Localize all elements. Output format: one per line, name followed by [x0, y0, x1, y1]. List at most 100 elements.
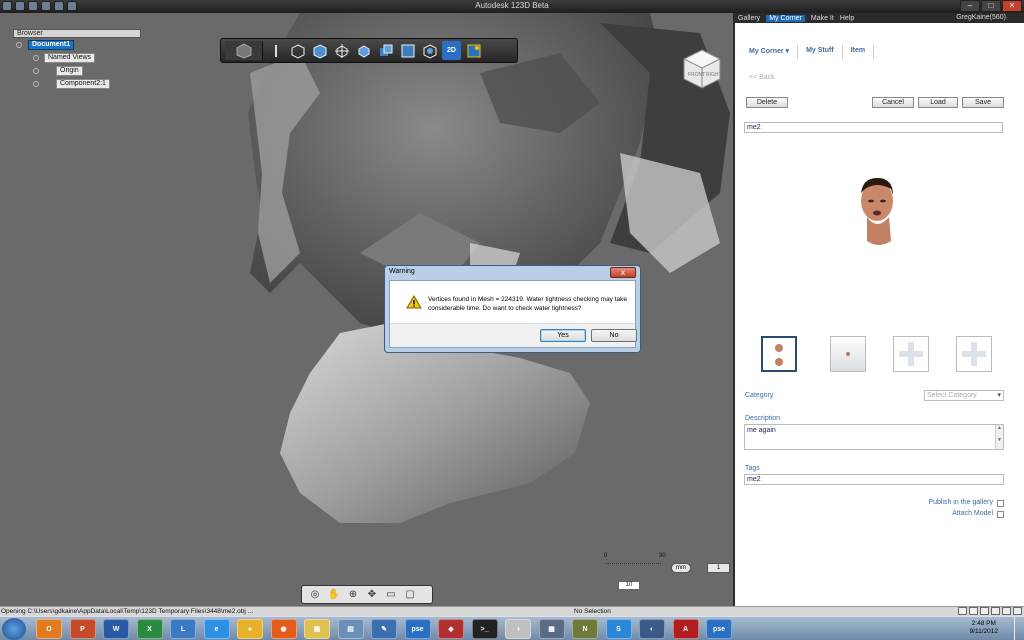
grid-size-field[interactable]: 1: [707, 563, 730, 573]
thumbnail-1[interactable]: [761, 336, 797, 372]
expand-toggle-icon[interactable]: [33, 68, 39, 74]
tab-gallery[interactable]: Gallery: [738, 15, 760, 22]
taskbar-app-icon[interactable]: W: [103, 619, 129, 639]
pattern-icon[interactable]: [354, 41, 373, 60]
browser-panel-header: Browser: [13, 29, 141, 38]
textarea-scrollbar[interactable]: ▲ ▼: [995, 425, 1003, 449]
combine-icon[interactable]: [398, 41, 417, 60]
expand-toggle-icon[interactable]: [33, 81, 39, 87]
taskbar-app-icon[interactable]: ◉: [270, 619, 297, 639]
cancel-button[interactable]: Cancel: [872, 97, 914, 108]
taskbar-app-icon[interactable]: ◑: [505, 619, 531, 639]
taskbar-app-icon[interactable]: N: [572, 619, 598, 639]
thumbnail-face-image: [846, 352, 850, 356]
description-field[interactable]: me again ▲ ▼: [744, 424, 1004, 450]
thumbnail-2[interactable]: [830, 336, 866, 372]
expand-toggle-icon[interactable]: [33, 55, 39, 61]
breadcrumb-my-corner[interactable]: My Corner ▾: [741, 45, 799, 59]
add-thumbnail-slot[interactable]: [956, 336, 992, 372]
snap-toggle-icon[interactable]: [969, 607, 978, 615]
close-window-button[interactable]: ✕: [1002, 0, 1022, 12]
publish-label: Publish in the gallery: [928, 499, 993, 506]
group-icon[interactable]: [376, 41, 395, 60]
yes-button[interactable]: Yes: [540, 329, 586, 342]
taskbar-app-icon[interactable]: S: [605, 619, 632, 639]
panel-toggle-icon[interactable]: [991, 607, 1000, 615]
show-desktop-button[interactable]: [1014, 617, 1024, 640]
taskbar-app-icon[interactable]: >_: [471, 619, 498, 639]
taskbar-app-icon[interactable]: ◈: [438, 619, 464, 639]
primitive-box-icon[interactable]: [288, 41, 307, 60]
tree-item-document1[interactable]: Document1: [28, 40, 75, 50]
category-select[interactable]: Select Category ▾: [924, 390, 1004, 401]
thumbnail-face-image: [775, 344, 783, 366]
maximize-button[interactable]: □: [981, 0, 1001, 12]
no-button[interactable]: No: [591, 329, 637, 342]
fit-icon[interactable]: ✥: [365, 588, 379, 601]
load-button[interactable]: Load: [918, 97, 958, 108]
delete-button[interactable]: Delete: [746, 97, 788, 108]
ruler-value-label: 10: [618, 581, 640, 590]
dialog-body: Vertices found in Mesh = 224319. Water t…: [389, 280, 637, 348]
taskbar-app-icon[interactable]: e: [203, 619, 230, 639]
breadcrumb-my-stuff[interactable]: My Stuff: [798, 45, 843, 59]
smart-snap-icon[interactable]: [464, 41, 483, 60]
description-text: me again: [747, 427, 776, 434]
tree-item-component2[interactable]: Component2:1: [56, 79, 110, 89]
taskbar-app-icon[interactable]: pse: [706, 619, 732, 639]
user-account-label[interactable]: GregKaine(560): [956, 13, 1006, 23]
status-bar-controls: [958, 607, 1022, 615]
expand-toggle-icon[interactable]: [16, 42, 22, 48]
tree-item-named-views[interactable]: Named Views: [44, 53, 96, 63]
unit-toggle-button[interactable]: mm: [671, 563, 691, 573]
app-titlebar: Autodesk 123D Beta – □ ✕: [0, 0, 1024, 13]
tree-item-origin[interactable]: Origin: [56, 66, 83, 76]
taskbar-app-icon[interactable]: ▤: [337, 619, 364, 639]
tags-field[interactable]: me2: [744, 474, 1004, 485]
taskbar-app-icon[interactable]: X: [136, 619, 163, 639]
publish-checkbox[interactable]: [997, 500, 1004, 507]
model-name-field[interactable]: me2: [744, 122, 1003, 133]
save-button[interactable]: Save: [962, 97, 1004, 108]
view-mode-icon[interactable]: ▭: [384, 588, 398, 601]
taskbar-app-icon[interactable]: ✎: [371, 619, 397, 639]
dialog-close-button[interactable]: x: [610, 267, 636, 278]
snap-icon[interactable]: [420, 41, 439, 60]
viewcube[interactable]: FRONT RIGHT: [682, 48, 722, 90]
add-thumbnail-slot[interactable]: [893, 336, 929, 372]
taskbar-app-icon[interactable]: O: [36, 619, 62, 639]
layout-toggle-icon[interactable]: [1002, 607, 1011, 615]
taskbar-app-icon[interactable]: ▦: [538, 619, 565, 639]
attach-model-checkbox[interactable]: [997, 511, 1004, 518]
tab-make-it[interactable]: Make It: [811, 15, 834, 22]
status-bar: Opening C:\Users\gdkaine\AppData\Local\T…: [0, 606, 1024, 616]
breadcrumb-item[interactable]: Item: [843, 45, 875, 59]
zoom-icon[interactable]: ⊕: [346, 588, 360, 601]
taskbar-app-icon[interactable]: ●: [237, 619, 263, 639]
help-icon[interactable]: [1013, 607, 1022, 615]
windows-taskbar: O P W X Le ● ◉ ▣ ▤ ✎ pse ◈ >_ ◑ ▦ N S ◐ Apse 2:48 PM 9/11/…: [0, 616, 1024, 640]
pan-icon[interactable]: ✋: [327, 588, 341, 601]
home-view-icon[interactable]: [225, 41, 263, 60]
sketch-pen-icon[interactable]: [266, 41, 285, 60]
tab-help[interactable]: Help: [840, 15, 854, 22]
back-link[interactable]: << Back: [749, 74, 775, 81]
taskbar-app-icon[interactable]: A: [672, 619, 699, 639]
clock[interactable]: 2:48 PM 9/11/2012: [970, 620, 998, 636]
2d-sketch-icon[interactable]: 2D: [442, 41, 461, 60]
taskbar-app-icon[interactable]: ◐: [639, 619, 665, 639]
construct-icon[interactable]: [310, 41, 329, 60]
grid-toggle-icon[interactable]: [958, 607, 967, 615]
view-toggle-icon[interactable]: [980, 607, 989, 615]
start-button[interactable]: [2, 618, 26, 640]
modify-icon[interactable]: [332, 41, 351, 60]
display-icon[interactable]: ▢: [403, 588, 417, 601]
orbit-icon[interactable]: ◎: [308, 588, 322, 601]
model-preview-image: [861, 177, 893, 245]
taskbar-app-icon[interactable]: P: [69, 619, 96, 639]
tab-my-corner[interactable]: My Corner: [766, 14, 805, 22]
taskbar-app-icon[interactable]: L: [170, 619, 196, 639]
minimize-button[interactable]: –: [960, 0, 980, 12]
taskbar-app-icon[interactable]: pse: [404, 619, 431, 639]
taskbar-app-icon[interactable]: ▣: [304, 619, 330, 639]
